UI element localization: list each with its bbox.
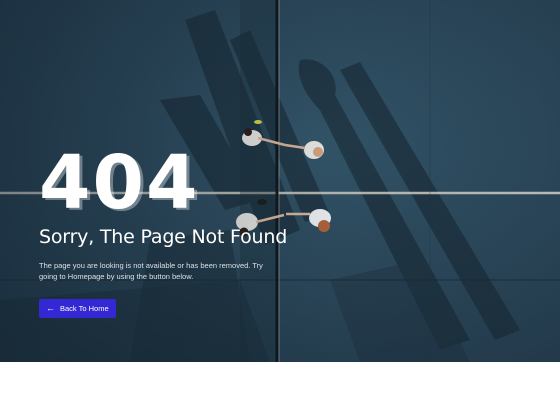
error-code: 404 [39, 140, 200, 226]
back-to-home-label: Back To Home [60, 304, 109, 313]
error-description: The page you are looking is not availabl… [39, 261, 263, 281]
back-to-home-button[interactable]: ← Back To Home [39, 299, 116, 318]
arrow-left-icon: ← [46, 303, 55, 313]
hero-section: 404 Sorry, The Page Not Found The page y… [0, 0, 560, 362]
page-title: Sorry, The Page Not Found [39, 226, 288, 248]
error-content: 404 Sorry, The Page Not Found The page y… [39, 140, 339, 318]
